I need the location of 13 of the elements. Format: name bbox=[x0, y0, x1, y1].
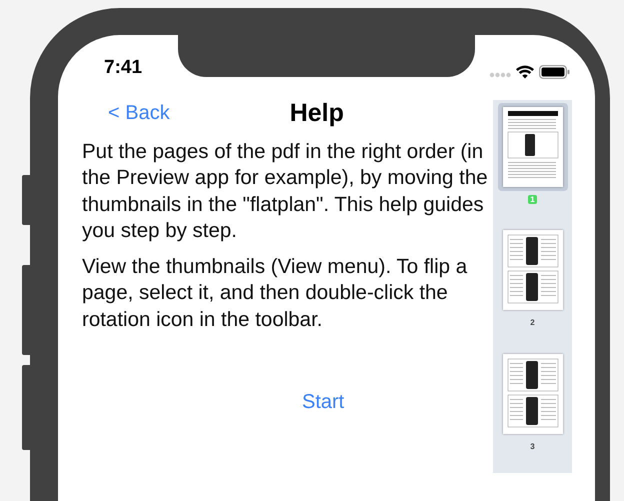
screen-title: Help bbox=[290, 98, 344, 128]
page-number: 2 bbox=[529, 318, 536, 328]
wifi-icon bbox=[516, 65, 534, 79]
help-paragraph: View the thumbnails (View menu). To flip a page, select it, and then double-click the rotation icon in the toolbar. bbox=[82, 254, 468, 333]
page-number: 3 bbox=[529, 442, 536, 451]
battery-icon bbox=[539, 65, 570, 79]
back-link[interactable]: < Back bbox=[108, 102, 170, 124]
page-number: 1 bbox=[528, 195, 537, 204]
signal-icon bbox=[489, 72, 511, 78]
page-thumbnail[interactable] bbox=[498, 103, 568, 191]
status-time: 7:41 bbox=[104, 57, 142, 79]
help-paragraph: Put the pages of the pdf in the right order (in the Preview app for example), by moving the thumbnails in the "flatplan". This help guides you step by step. bbox=[82, 139, 489, 244]
start-link[interactable]: Start bbox=[302, 391, 344, 414]
